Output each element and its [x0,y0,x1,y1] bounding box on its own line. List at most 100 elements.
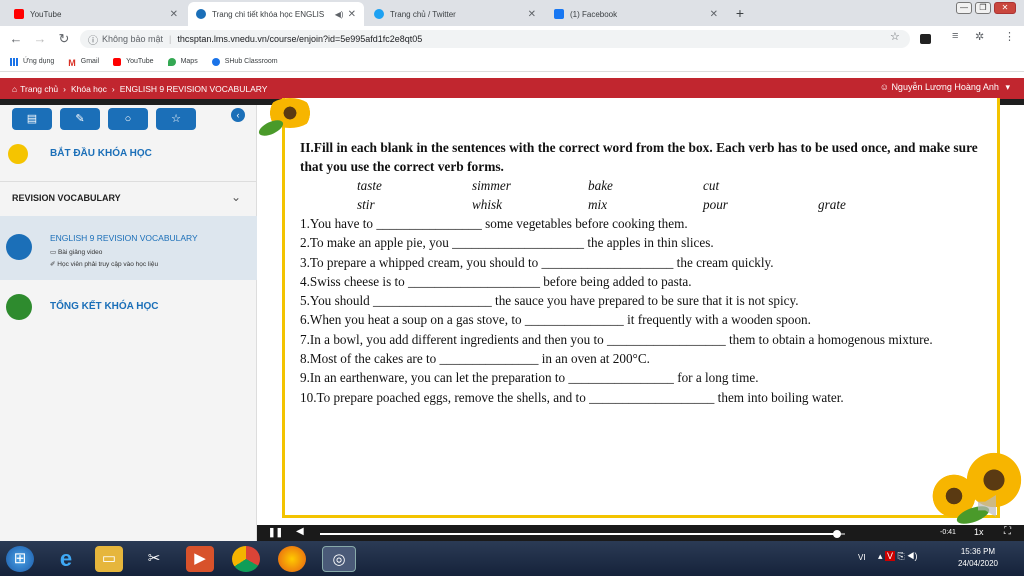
progress-dot-start [8,144,28,164]
maps-pin-icon [167,57,176,66]
home-icon: ⌂ [12,83,18,94]
address-bar[interactable]: ⓘ Không bảo mật | thcsptan.lms.vnedu.vn/… [80,30,910,48]
word-box-item: bake [588,178,613,193]
word-box-item: mix [588,197,608,212]
speaker-icon[interactable]: ◀) [335,10,344,19]
app-icon[interactable]: ✂ [140,546,168,572]
lesson-type: ▭ Bài giảng video [50,249,103,256]
close-icon[interactable]: ✕ [528,9,536,20]
breadcrumb-home[interactable]: Trang chủ [20,84,58,94]
maximize-button[interactable]: ❐ [975,2,991,14]
sidebar-attach-button[interactable]: ✎ [60,108,100,130]
chevron-down-icon[interactable]: ⌄ [231,190,241,204]
word-box-item: whisk [472,197,503,212]
sentence-4: 4.Swiss cheese is to ___________________… [300,273,692,289]
sentence-1: 1.You have to ________________ some vege… [300,216,688,231]
bookmark-youtube[interactable]: YouTube [113,57,154,66]
sidebar-book-button[interactable]: ▤ [12,108,52,130]
word-box-item: pour [703,197,728,212]
language-indicator[interactable]: VI [858,553,866,562]
bookmarks-bar: Ứng dụng M Gmail YouTube Maps SHub Classr… [0,52,1024,72]
window-close-button[interactable]: ✕ [994,2,1016,14]
user-menu[interactable]: ☺ Nguyễn Lương Hoàng Anh ▾ [880,82,1010,93]
sentence-2: 2.To make an apple pie, you ____________… [300,235,714,251]
extension-icon[interactable] [920,34,931,44]
close-icon[interactable]: ✕ [348,9,356,20]
star-icon: ☆ [171,113,181,125]
word-box-row-1: taste simmer bake cut [300,176,990,195]
collapse-sidebar-button[interactable]: ‹ [231,108,245,122]
breadcrumb-course[interactable]: ENGLISH 9 REVISION VOCABULARY [120,84,268,94]
video-icon: ▭ [50,249,58,256]
fullscreen-icon[interactable]: ⛶ [1004,526,1011,537]
close-icon[interactable]: ✕ [710,9,718,20]
bookmark-star-icon[interactable]: ☆ [890,30,900,43]
lesson-item-active[interactable] [0,216,257,280]
paperclip-icon: ✎ [75,113,85,125]
system-clock[interactable]: 15:36 PM 24/04/2020 [958,546,998,570]
sentence-7: 7.In a bowl, you add different ingredien… [300,331,933,347]
youtube-icon [113,57,122,66]
bookmark-apps[interactable]: Ứng dụng [10,57,54,66]
info-icon[interactable]: ⓘ [88,32,98,47]
forward-icon[interactable]: → [32,31,48,46]
tray-icons[interactable]: ▴ V ⎘ ◀) [878,551,917,562]
progress-dot-summary [6,294,32,320]
word-box-item: simmer [472,178,511,193]
volume-icon[interactable]: ◀ [296,526,304,537]
menu-icon[interactable]: ⋮ [1004,30,1015,43]
lesson-title: ENGLISH 9 REVISION VOCABULARY [50,233,198,243]
start-course-link[interactable]: BẮT ĐẦU KHÓA HỌC [50,148,152,159]
breadcrumb-courses[interactable]: Khóa học [71,84,107,94]
tab-twitter[interactable]: Trang chủ / Twitter ✕ [366,2,544,26]
comment-icon: ○ [124,113,132,125]
bookmark-maps[interactable]: Maps [167,57,198,66]
sentence-10: 10.To prepare poached eggs, remove the s… [300,389,844,405]
sentence-3: 3.To prepare a whipped cream, you should… [300,254,774,270]
sentence-6: 6.When you heat a soup on a gas stove, t… [300,312,811,328]
sidebar-favorite-button[interactable]: ☆ [156,108,196,130]
security-label: Không bảo mật [102,34,164,44]
lesson-note: ✐ Học viên phải truy cập vào học liệu [50,261,159,268]
firefox-icon[interactable] [278,546,306,572]
course-summary-link[interactable]: TỔNG KẾT KHÓA HỌC [50,301,159,312]
bookmark-shub[interactable]: SHub Classroom [211,57,278,66]
media-player-icon[interactable]: ▶ [186,546,214,572]
bookmark-gmail[interactable]: M Gmail [68,57,99,68]
site-breadcrumb-bar: ⌂ Trang chủ › Khóa học › ENGLISH 9 REVIS… [0,78,1024,99]
word-box-item: cut [703,178,720,193]
pause-icon[interactable]: ❚❚ [268,527,283,538]
site-icon [196,9,206,19]
playback-speed-button[interactable]: 1x [974,527,984,537]
shub-icon [211,57,220,66]
sentence-5: 5.You should __________________ the sauc… [300,293,799,309]
reload-icon[interactable]: ↻ [56,31,72,47]
internet-explorer-icon[interactable]: e [52,546,80,572]
progress-dot-lesson [6,234,32,260]
book-icon: ▤ [26,113,38,125]
gmail-icon: M [68,57,76,68]
section-title[interactable]: REVISION VOCABULARY [12,193,121,203]
tab-course[interactable]: Trang chi tiết khóa học ENGLIS ◀) ✕ [188,2,364,26]
exercise-document: II.Fill in each blank in the sentences w… [300,138,990,407]
sidebar-comment-button[interactable]: ○ [108,108,148,130]
tab-youtube[interactable]: YouTube ✕ [6,2,186,26]
chrome-active-icon[interactable]: ◎ [322,546,356,572]
chrome-icon[interactable] [232,546,260,572]
sunflower-decoration-icon [930,452,1024,528]
close-icon[interactable]: ✕ [170,9,178,20]
sunflower-decoration-icon [256,98,318,143]
user-icon: ☺ [879,82,889,92]
new-tab-button[interactable]: + [731,4,749,22]
file-explorer-icon[interactable]: ▭ [95,546,123,572]
cast-icon[interactable]: ≡ [952,30,958,42]
start-button-icon[interactable]: ⊞ [6,546,34,572]
minimize-button[interactable]: — [956,2,972,14]
word-box-item: stir [357,197,375,212]
course-sidebar [0,105,257,541]
tab-facebook[interactable]: (1) Facebook ✕ [546,2,726,26]
extension-puzzle-icon[interactable]: ✲ [975,30,984,43]
seek-progress [320,533,838,535]
antivirus-icon: V [885,551,896,561]
back-icon[interactable]: ← [8,31,24,46]
